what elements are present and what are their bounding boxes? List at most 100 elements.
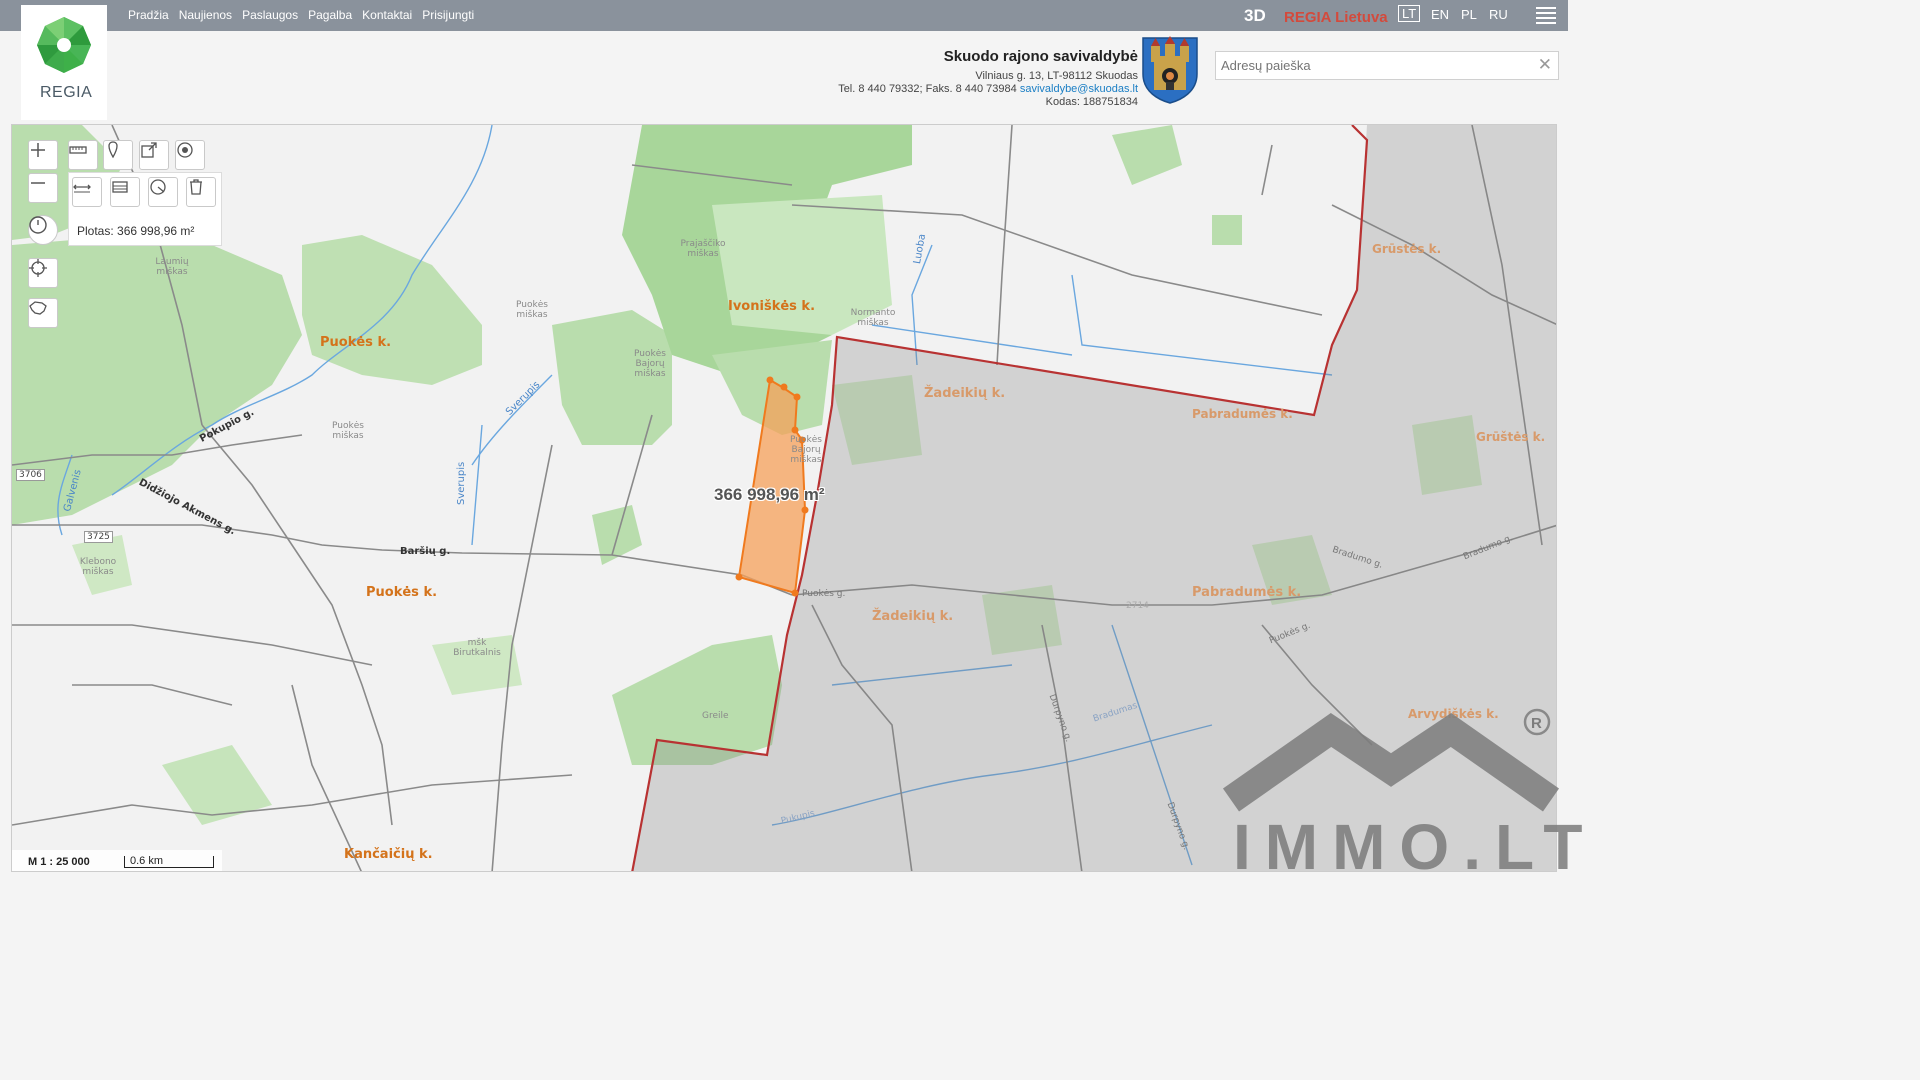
forest-label: Puokės miškas <box>516 300 548 320</box>
hamburger-menu-icon[interactable] <box>1536 7 1556 24</box>
main-nav: Pradžia Naujienos Paslaugos Pagalba Kont… <box>128 8 484 22</box>
street-label: Bradumo g. <box>1330 545 1384 571</box>
country-outline-icon <box>29 301 47 315</box>
street-label: Pukupis <box>780 808 816 827</box>
area-icon <box>112 181 128 193</box>
measure-distance-button[interactable] <box>72 177 102 207</box>
municipality-name: Skuodo rajono savivaldybė <box>943 48 1138 65</box>
distance-icon <box>73 184 91 193</box>
3d-button[interactable]: 3D <box>1244 6 1266 26</box>
road-number: 3725 <box>84 531 113 543</box>
municipality-info: Skuodo rajono savivaldybė Vilniaus g. 13… <box>838 48 1138 109</box>
scale-ratio: M 1 : 25 000 <box>28 856 90 868</box>
village-label: Žadeikių k. <box>924 386 1006 401</box>
point-tool-button[interactable] <box>175 140 205 170</box>
nav-pagalba[interactable]: Pagalba <box>308 8 352 22</box>
share-icon <box>141 142 157 158</box>
street-label: Durpyno g. <box>1046 693 1074 744</box>
municipality-crest-icon <box>1141 36 1199 104</box>
lang-lt[interactable]: LT <box>1398 5 1421 22</box>
street-label: Bradumas <box>1092 700 1139 725</box>
village-label: Puokės k. <box>320 335 392 350</box>
marker-tool-button[interactable] <box>103 140 133 170</box>
ruler-icon <box>69 146 87 154</box>
area-measurement-text: Plotas: 366 998,96 m² <box>77 224 195 238</box>
logo-text: REGIA <box>40 84 93 101</box>
minus-icon <box>31 182 45 184</box>
street-label: Didžiojo Akmens g. <box>136 477 238 538</box>
street-label: Durpyno g. <box>1164 801 1192 852</box>
street-label: Luoba <box>912 233 929 265</box>
search-input[interactable] <box>1216 52 1521 79</box>
forest-label: Greile <box>702 711 729 721</box>
history-button[interactable] <box>28 215 58 245</box>
measure-area-button[interactable] <box>110 177 140 207</box>
clock-icon <box>29 216 47 234</box>
scale-bar: M 1 : 25 000 0.6 km <box>12 850 222 871</box>
street-label: Puokės g. <box>1268 620 1312 647</box>
nav-naujienos[interactable]: Naujienos <box>179 8 232 22</box>
clear-search-icon[interactable]: ✕ <box>1538 55 1552 75</box>
radius-icon <box>150 179 166 195</box>
regia-lietuva-link[interactable]: REGIA Lietuva <box>1284 9 1388 26</box>
zoom-in-button[interactable] <box>28 140 58 170</box>
village-label: Pabradumės k. <box>1192 407 1293 421</box>
village-label: Ivoniškės k. <box>728 299 816 314</box>
zoom-out-button[interactable] <box>28 173 58 203</box>
street-label: Baršių g. <box>400 546 451 557</box>
forest-label: Klebono miškas <box>79 557 117 577</box>
forest-label: Prajaščiko miškas <box>680 239 726 259</box>
measure-radius-button[interactable] <box>148 177 178 207</box>
street-label: Bradumo g. <box>1462 533 1515 563</box>
street-label: Pokupio g. <box>198 406 257 445</box>
crosshair-icon <box>29 259 47 277</box>
street-label: Sverupis <box>456 461 467 505</box>
target-icon <box>177 142 193 158</box>
regia-logo-icon <box>37 17 91 73</box>
village-label: Grūštės k. <box>1476 430 1546 444</box>
forest-label: mšk Birutkalnis <box>453 638 501 658</box>
parcel-area-label: 366 998,96 m² <box>714 485 825 504</box>
forest-label: Laumių miškas <box>155 257 189 277</box>
measure-tool-button[interactable] <box>68 140 98 170</box>
regia-logo[interactable]: REGIA <box>21 5 107 120</box>
street-label: Galvenis <box>62 468 84 513</box>
watermark-text: IMMO.LT <box>1233 811 1597 883</box>
lang-ru[interactable]: RU <box>1489 7 1508 22</box>
delete-measurement-button[interactable] <box>186 177 216 207</box>
lang-en[interactable]: EN <box>1431 7 1449 22</box>
map-pin-icon <box>108 141 118 159</box>
village-label: Žadeikių k. <box>872 609 954 624</box>
village-label: Pabradumės k. <box>1192 585 1302 600</box>
plus-icon <box>31 143 45 157</box>
address-search: ✕ <box>1215 51 1559 80</box>
village-label: Puokės k. <box>366 585 438 600</box>
street-label: Puokės g. <box>802 589 846 599</box>
municipality-phone: Tel. 8 440 79332; Faks. 8 440 73984 <box>838 83 1017 95</box>
top-bar: Pradžia Naujienos Paslaugos Pagalba Kont… <box>0 0 1568 31</box>
share-button[interactable] <box>139 140 169 170</box>
municipality-contacts: Tel. 8 440 79332; Faks. 8 440 73984 savi… <box>838 83 1138 96</box>
municipality-email[interactable]: savivaldybe@skuodas.lt <box>1020 83 1138 95</box>
road-number: 2714 <box>1126 601 1149 611</box>
street-label: Sverupis <box>504 379 543 418</box>
nav-prisijungti[interactable]: Prisijungti <box>422 8 474 22</box>
trash-icon <box>190 179 202 195</box>
village-label: Grūstės k. <box>1372 242 1442 256</box>
lang-pl[interactable]: PL <box>1461 7 1477 22</box>
scale-distance: 0.6 km <box>130 855 164 867</box>
municipality-code: Kodas: 188751834 <box>1045 96 1138 108</box>
forest-label: Puokės Bajorų miškas <box>790 435 822 465</box>
locate-button[interactable] <box>28 258 58 288</box>
nav-paslaugos[interactable]: Paslaugos <box>242 8 298 22</box>
road-number: 3706 <box>16 469 45 481</box>
forest-label: Puokės miškas <box>332 421 364 441</box>
svg-text:R: R <box>1531 715 1542 732</box>
municipality-address: Vilniaus g. 13, LT-98112 Skuodas <box>975 70 1138 82</box>
nav-pradzia[interactable]: Pradžia <box>128 8 169 22</box>
forest-label: Puokės Bajorų miškas <box>634 349 666 379</box>
nav-kontaktai[interactable]: Kontaktai <box>362 8 412 22</box>
lithuania-extent-button[interactable] <box>28 298 58 328</box>
top-right-controls: 3D REGIA Lietuva LT EN PL RU <box>1240 0 1568 31</box>
forest-label: Normanto miškas <box>850 308 896 328</box>
